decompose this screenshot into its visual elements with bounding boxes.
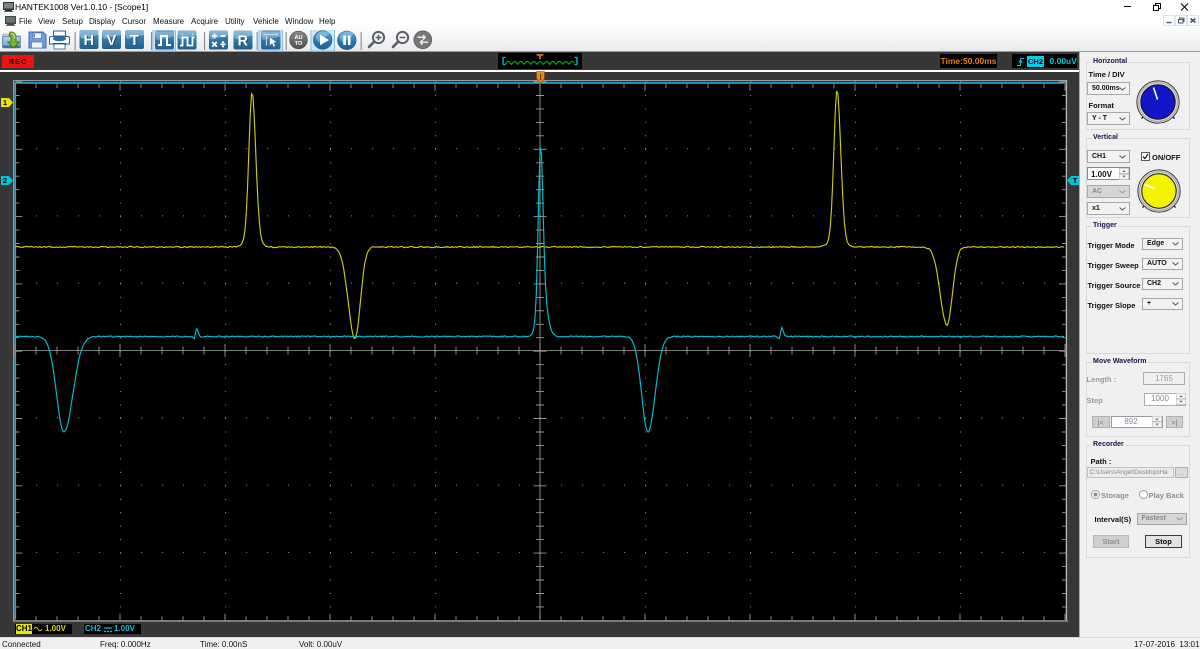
svg-text:TO: TO <box>295 41 303 47</box>
svg-text:H: H <box>84 33 94 49</box>
svg-text:R: R <box>238 33 249 49</box>
svg-text:T: T <box>1073 176 1078 185</box>
svg-text:2: 2 <box>3 176 7 185</box>
svg-text:1: 1 <box>3 98 7 107</box>
svg-text:V: V <box>107 33 117 49</box>
svg-text:T: T <box>130 33 139 49</box>
